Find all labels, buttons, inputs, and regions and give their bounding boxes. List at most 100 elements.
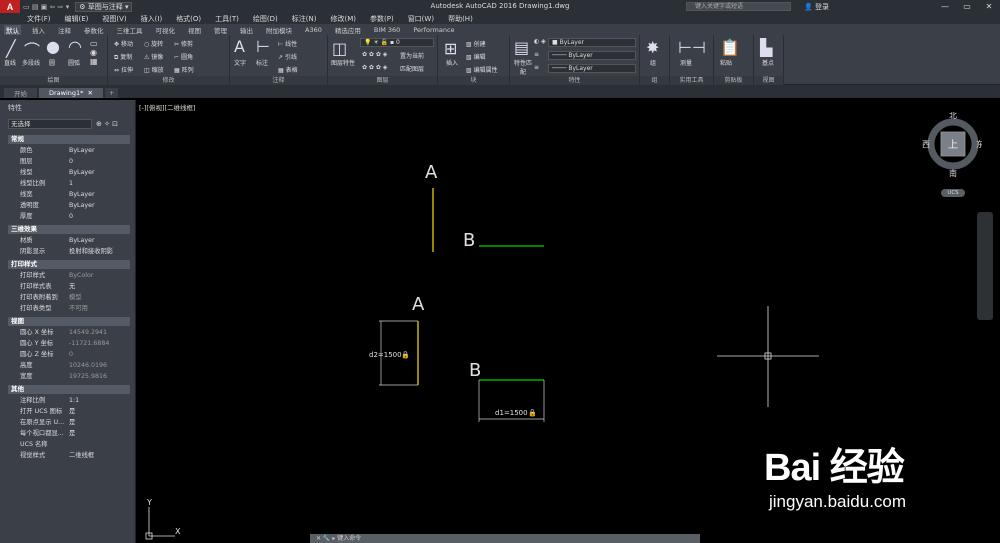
move-button[interactable]: ✥ 移动 (114, 39, 133, 48)
menu-window[interactable]: 窗口(W) (408, 14, 434, 24)
create-block-button[interactable]: ▧ 创建 (466, 39, 486, 48)
property-row[interactable]: 打开 UCS 图标是 (20, 407, 130, 417)
tab-addins[interactable]: 附加模块 (264, 25, 294, 35)
tab-a360[interactable]: A360 (303, 26, 324, 34)
section-header[interactable]: 其他 (8, 385, 130, 394)
stretch-button[interactable]: ⇔ 拉伸 (114, 65, 133, 74)
compass-south[interactable]: 南 (949, 168, 957, 178)
group-icon[interactable]: ✸ (646, 38, 659, 57)
property-row[interactable]: 圆心 X 坐标 14549.2941 (20, 328, 130, 338)
menu-format[interactable]: 格式(O) (176, 14, 201, 24)
section-header[interactable]: 视图 (8, 317, 130, 326)
property-row[interactable]: 每个视口都显... 是 (20, 429, 130, 439)
close-icon-cmd[interactable]: ✕ 🔧 (316, 535, 332, 542)
menu-insert[interactable]: 插入(I) (141, 14, 163, 24)
tab-3d-tools[interactable]: 三维工具 (115, 25, 145, 35)
tab-view[interactable]: 视图 (186, 25, 203, 35)
property-row[interactable]: 宽度 19725.9816 (20, 372, 130, 382)
search-input[interactable]: 键入关键字或短语 (686, 2, 791, 11)
menu-dimension[interactable]: 标注(N) (292, 14, 317, 24)
layer-props-icon[interactable]: ◫ (332, 39, 347, 58)
paste-button[interactable]: 粘贴 (720, 58, 732, 67)
autocad-logo[interactable]: A (0, 0, 20, 13)
dim-button[interactable]: 标注 (256, 58, 268, 67)
linetype-dropdown[interactable]: ──── ByLayer (548, 64, 636, 73)
property-row[interactable]: 视觉样式 二维线框 (20, 451, 130, 461)
property-row[interactable]: 圆心 Y 坐标 -11721.6884 (20, 339, 130, 349)
menu-draw[interactable]: 绘图(D) (253, 14, 278, 24)
dim-text-d1[interactable]: d1=1500 (495, 409, 528, 417)
property-row[interactable]: 在原点显示 U... 是 (20, 418, 130, 428)
tab-parametric[interactable]: 参数化 (82, 25, 106, 35)
section-header[interactable]: 常规 (8, 135, 130, 144)
property-row[interactable]: 打印样式表 无 (20, 282, 130, 292)
property-row[interactable]: 线型比例 1 (20, 179, 130, 189)
utilities-panel-label[interactable]: 实用工具 (670, 76, 713, 85)
lineweight-dropdown[interactable]: ──── ByLayer (548, 51, 636, 60)
insert-button[interactable]: 插入 (446, 58, 458, 67)
tab-manage[interactable]: 管理 (212, 25, 229, 35)
line-icon[interactable]: ╱ (6, 39, 16, 58)
menu-tools[interactable]: 工具(T) (215, 14, 239, 24)
viewcube[interactable]: 上 北 南 西 东 (922, 112, 982, 178)
menu-help[interactable]: 帮助(H) (448, 14, 473, 24)
workspace-dropdown[interactable]: ⚙ 草图与注释 ▾ (75, 1, 133, 12)
base-button[interactable]: 基点 (762, 58, 774, 67)
properties-panel-label[interactable]: 特性 (510, 76, 639, 85)
section-header[interactable]: 三维效果 (8, 225, 130, 234)
tab-performance[interactable]: Performance (411, 26, 456, 34)
property-row[interactable]: 线宽 ByLayer (20, 190, 130, 200)
compass-north[interactable]: 北 (949, 112, 957, 120)
color-dropdown[interactable]: ■ ByLayer (548, 38, 636, 47)
property-row[interactable]: 打印表附着到 模型 (20, 293, 130, 303)
layers-panel-label[interactable]: 图层 (328, 76, 437, 85)
property-row[interactable]: 圆心 Z 坐标 0 (20, 350, 130, 360)
ucs-menu-button[interactable]: UCS (941, 189, 965, 197)
text-button[interactable]: 文字 (234, 58, 246, 67)
circle-icon[interactable]: ● (46, 37, 60, 56)
navigation-bar[interactable] (977, 212, 993, 320)
line-button[interactable]: 直线 (4, 58, 16, 67)
compass-west[interactable]: 西 (922, 140, 930, 149)
rotate-button[interactable]: ○ 旋转 (144, 39, 163, 48)
menu-modify[interactable]: 修改(M) (330, 14, 356, 24)
block-panel-label[interactable]: 块 (438, 76, 509, 85)
close-icon[interactable]: ✕ (83, 89, 93, 97)
command-line[interactable]: ✕ 🔧 ▸ 键入命令 (310, 534, 700, 543)
minimize-button[interactable]: — (934, 0, 956, 13)
match-props-icon[interactable]: ▤ (514, 38, 529, 57)
edit-block-button[interactable]: ▧ 编辑 (466, 52, 486, 61)
tab-bim360[interactable]: BIM 360 (372, 26, 402, 34)
arc-button[interactable]: 圆弧 (68, 58, 80, 67)
tab-output[interactable]: 输出 (238, 25, 255, 35)
command-input[interactable]: 键入命令 (337, 535, 361, 542)
draw-panel-label[interactable]: 绘图 (0, 76, 107, 85)
draw-more-icons[interactable]: ▭ ◉ ▦ (90, 39, 98, 66)
property-row[interactable]: 材质 ByLayer (20, 236, 130, 246)
new-tab-button[interactable]: + (105, 88, 119, 98)
maximize-button[interactable]: ▭ (956, 0, 978, 13)
property-row[interactable]: UCS 名称 (20, 440, 130, 450)
table-button[interactable]: ▦ 表格 (278, 65, 298, 74)
copy-button[interactable]: ⧉ 复制 (114, 52, 132, 62)
text-icon[interactable]: A (234, 37, 245, 56)
base-icon[interactable]: ▙ (760, 38, 772, 57)
selection-dropdown[interactable]: 无选择 (8, 119, 92, 129)
signin-button[interactable]: 👤 登录 (804, 2, 829, 12)
menu-view[interactable]: 视图(V) (102, 14, 126, 24)
trim-button[interactable]: ✂ 修剪 (174, 39, 193, 48)
circle-button[interactable]: 圆 (49, 58, 55, 67)
measure-button[interactable]: 测量 (680, 58, 692, 67)
property-row[interactable]: 线型 ByLayer (20, 168, 130, 178)
compass-east[interactable]: 东 (976, 139, 982, 149)
menu-edit[interactable]: 编辑(E) (65, 14, 89, 24)
property-row[interactable]: 阴影显示 投射和接收阴影 (20, 247, 130, 257)
property-row[interactable]: 图层 0 (20, 157, 130, 167)
scale-button[interactable]: ◫ 缩放 (144, 65, 164, 74)
menu-file[interactable]: 文件(F) (27, 14, 51, 24)
group-button[interactable]: 组 (650, 58, 656, 67)
array-button[interactable]: ▦ 阵列 (174, 65, 194, 74)
mirror-button[interactable]: ⚠ 镜像 (144, 52, 163, 61)
property-row[interactable]: 高度 10246.0196 (20, 361, 130, 371)
annotation-panel-label[interactable]: 注释 (230, 76, 327, 85)
